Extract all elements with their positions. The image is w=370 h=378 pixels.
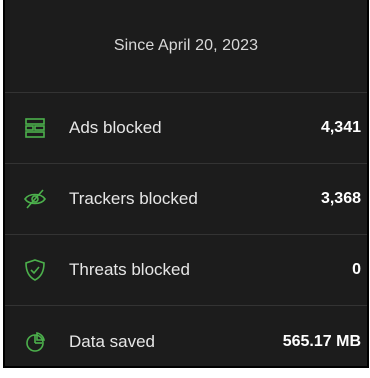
stat-value: 0 xyxy=(352,261,361,278)
stats-header: Since April 20, 2023 xyxy=(5,0,367,93)
stat-row-ads-blocked: Ads blocked 4,341 xyxy=(5,93,367,164)
stat-label: Data saved xyxy=(69,332,155,351)
stats-panel: Since April 20, 2023 Ads blocked 4,341 T… xyxy=(3,0,369,368)
stat-value: 3,368 xyxy=(320,190,361,207)
stat-label: Threats blocked xyxy=(69,260,190,279)
ads-blocked-icon xyxy=(23,116,47,140)
stat-value: 4,341 xyxy=(320,119,361,136)
stat-row-threats-blocked: Threats blocked 0 xyxy=(5,235,367,306)
trackers-blocked-icon xyxy=(23,187,47,211)
stat-label: Trackers blocked xyxy=(69,189,198,208)
stat-value: 565.17 MB xyxy=(282,333,361,350)
since-date-text: Since April 20, 2023 xyxy=(113,37,259,54)
threats-shield-icon xyxy=(23,258,47,282)
stat-label: Ads blocked xyxy=(69,118,162,137)
stat-row-trackers-blocked: Trackers blocked 3,368 xyxy=(5,164,367,235)
stat-row-data-saved: Data saved 565.17 MB xyxy=(5,306,367,378)
data-saved-icon xyxy=(23,330,47,354)
